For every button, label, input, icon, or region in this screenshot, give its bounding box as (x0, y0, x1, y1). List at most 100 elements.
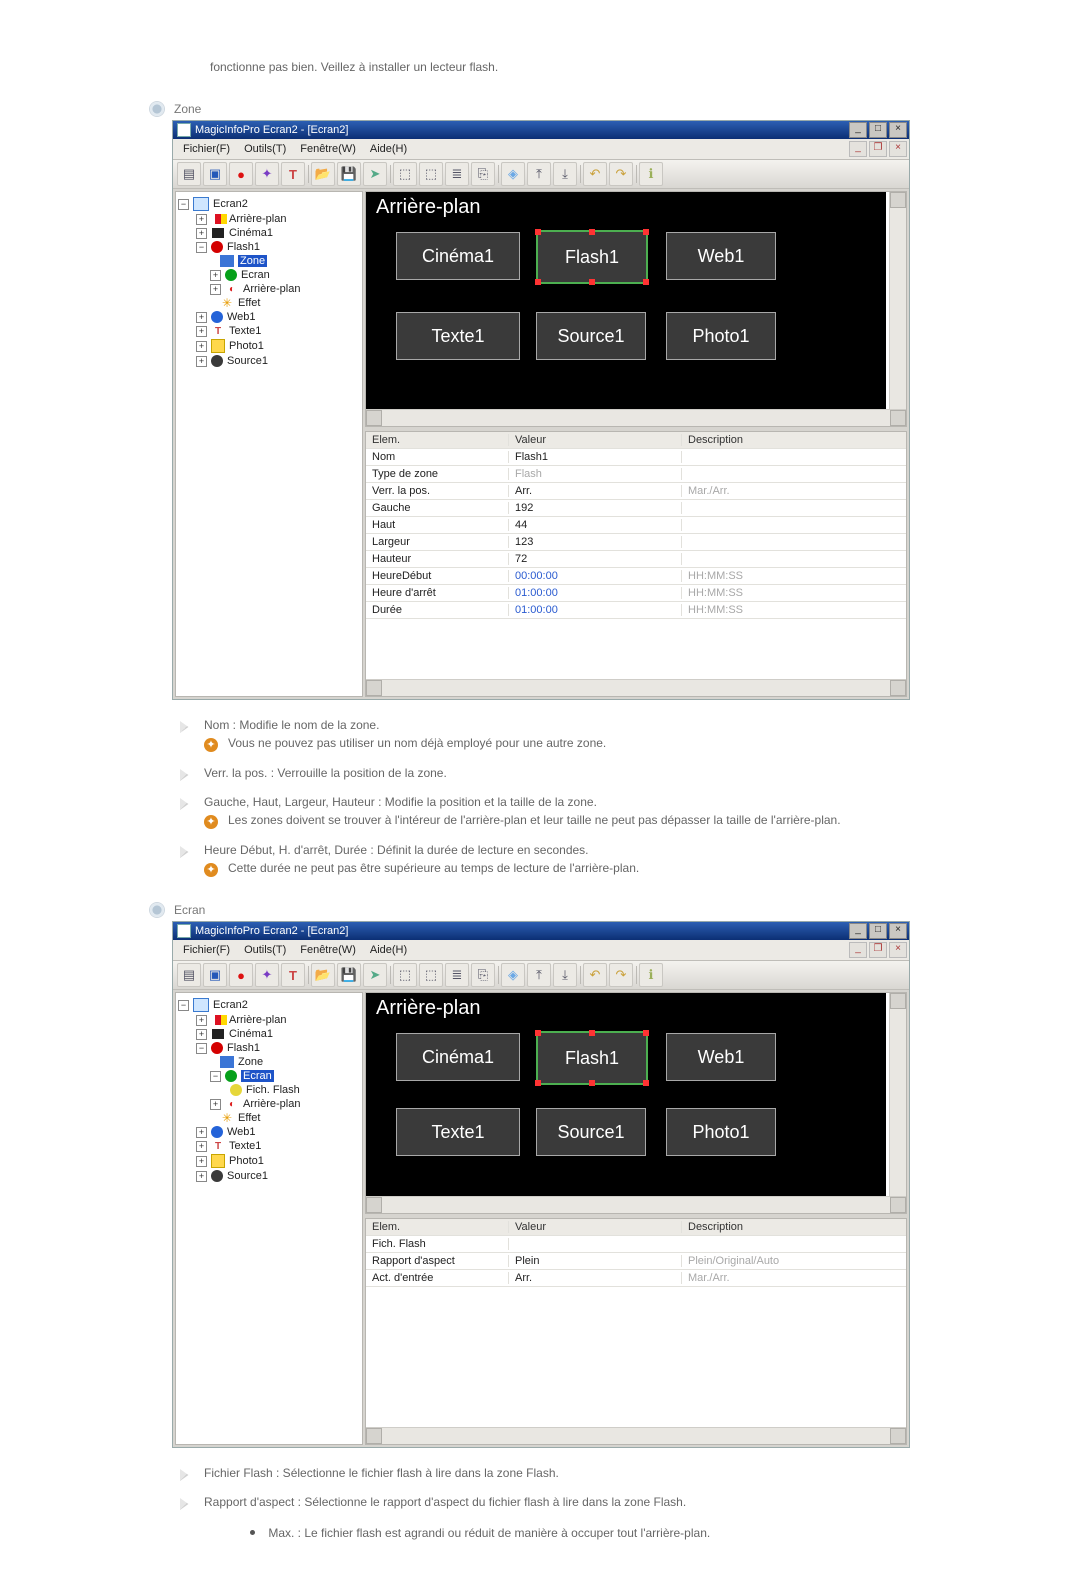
tool-layers-icon[interactable]: ◈ (501, 963, 525, 987)
props-row[interactable]: NomFlash1 (366, 449, 906, 466)
tool-layers-icon[interactable]: ◈ (501, 162, 525, 186)
tool-record-icon[interactable]: ● (229, 963, 253, 987)
props-row[interactable]: Heure d'arrêt01:00:00HH:MM:SS (366, 585, 906, 602)
canvas-zone-source[interactable]: Source1 (536, 1108, 646, 1156)
tool-open-icon[interactable]: 📂 (311, 162, 335, 186)
tool-fx-icon[interactable]: ✦ (255, 963, 279, 987)
props-row[interactable]: HeureDébut00:00:00HH:MM:SS (366, 568, 906, 585)
menu-aide[interactable]: Aide(H) (364, 944, 413, 956)
tool-save-icon[interactable]: 💾 (337, 162, 361, 186)
tree-bg2[interactable]: +◐Arrière-plan (178, 282, 360, 296)
tree-source[interactable]: +Source1 (178, 354, 360, 368)
canvas-zone-photo[interactable]: Photo1 (666, 1108, 776, 1156)
canvas-zone-photo[interactable]: Photo1 (666, 312, 776, 360)
tree-root[interactable]: −Ecran2 (178, 997, 360, 1013)
canvas-scrollbar-v[interactable] (889, 192, 906, 426)
tool-monitor-icon[interactable]: ▣ (203, 162, 227, 186)
tool-align-l-icon[interactable]: ⬚ (393, 963, 417, 987)
tree-zone[interactable]: Zone (178, 1055, 360, 1069)
tool-screen-icon[interactable]: ▤ (177, 963, 201, 987)
tool-text-icon[interactable]: T (281, 162, 305, 186)
mdi-minimize-button[interactable]: _ (849, 942, 867, 958)
canvas-zone-flash[interactable]: Flash1 (536, 230, 648, 284)
mdi-restore-button[interactable]: ❐ (869, 942, 887, 958)
tool-align-l-icon[interactable]: ⬚ (393, 162, 417, 186)
props-row[interactable]: Largeur123 (366, 534, 906, 551)
window-close-button[interactable]: × (889, 122, 907, 138)
tool-info-icon[interactable]: ℹ (639, 162, 663, 186)
tree-root[interactable]: −Ecran2 (178, 196, 360, 212)
tool-screen-icon[interactable]: ▤ (177, 162, 201, 186)
menu-aide[interactable]: Aide(H) (364, 143, 413, 155)
canvas-zone-web[interactable]: Web1 (666, 232, 776, 280)
window-minimize-button[interactable]: _ (849, 923, 867, 939)
tree-flash[interactable]: −Flash1 (178, 1041, 360, 1055)
tree-web[interactable]: +Web1 (178, 310, 360, 324)
tool-undo-icon[interactable]: ↶ (583, 963, 607, 987)
tree-ecran-sel[interactable]: −Ecran (178, 1069, 360, 1083)
props-row[interactable]: Act. d'entréeArr.Mar./Arr. (366, 1270, 906, 1287)
menu-fenetre[interactable]: Fenêtre(W) (294, 143, 362, 155)
props-row[interactable]: Type de zoneFlash (366, 466, 906, 483)
tool-distribute-icon[interactable]: ≣ (445, 963, 469, 987)
window-maximize-button[interactable]: □ (869, 923, 887, 939)
canvas-zone-cinema[interactable]: Cinéma1 (396, 232, 520, 280)
tree-web[interactable]: +Web1 (178, 1125, 360, 1139)
tool-text-icon[interactable]: T (281, 963, 305, 987)
tool-align-r-icon[interactable]: ⬚ (419, 162, 443, 186)
canvas-zone-source[interactable]: Source1 (536, 312, 646, 360)
tree-cinema[interactable]: +Cinéma1 (178, 226, 360, 240)
window-maximize-button[interactable]: □ (869, 122, 887, 138)
tool-copy-icon[interactable]: ⎘ (471, 963, 495, 987)
tool-open-icon[interactable]: 📂 (311, 963, 335, 987)
tool-back-icon[interactable]: ⤓ (553, 963, 577, 987)
tool-redo-icon[interactable]: ↷ (609, 963, 633, 987)
tree-photo[interactable]: +Photo1 (178, 1153, 360, 1169)
tree-source[interactable]: +Source1 (178, 1169, 360, 1183)
tool-front-icon[interactable]: ⤒ (527, 963, 551, 987)
props-row[interactable]: Haut44 (366, 517, 906, 534)
tool-send-icon[interactable]: ➤ (363, 963, 387, 987)
props-row[interactable]: Hauteur72 (366, 551, 906, 568)
mdi-minimize-button[interactable]: _ (849, 141, 867, 157)
props-scrollbar-h[interactable] (366, 679, 906, 696)
props-row[interactable]: Gauche192 (366, 500, 906, 517)
tool-send-icon[interactable]: ➤ (363, 162, 387, 186)
canvas-scrollbar-h[interactable] (366, 409, 906, 426)
mdi-restore-button[interactable]: ❐ (869, 141, 887, 157)
window-minimize-button[interactable]: _ (849, 122, 867, 138)
props-row[interactable]: Durée01:00:00HH:MM:SS (366, 602, 906, 619)
design-canvas[interactable]: Arrière-plan Cinéma1 Flash1 Web1 Texte1 … (366, 993, 886, 1197)
tool-fx-icon[interactable]: ✦ (255, 162, 279, 186)
tool-record-icon[interactable]: ● (229, 162, 253, 186)
tool-front-icon[interactable]: ⤒ (527, 162, 551, 186)
tool-save-icon[interactable]: 💾 (337, 963, 361, 987)
tool-monitor-icon[interactable]: ▣ (203, 963, 227, 987)
tree-bg[interactable]: +Arrière-plan (178, 212, 360, 226)
tree-zone-sel[interactable]: Zone (178, 254, 360, 268)
canvas-zone-flash[interactable]: Flash1 (536, 1031, 648, 1085)
tree-ecran[interactable]: +Ecran (178, 268, 360, 282)
canvas-scrollbar-v[interactable] (889, 993, 906, 1213)
tree-bg[interactable]: +Arrière-plan (178, 1013, 360, 1027)
tree-flash[interactable]: −Flash1 (178, 240, 360, 254)
props-scrollbar-h[interactable] (366, 1427, 906, 1444)
menu-fichier[interactable]: Fichier(F) (177, 143, 236, 155)
design-canvas[interactable]: Arrière-plan Cinéma1 Flash1 Web1 Texte1 … (366, 192, 886, 410)
canvas-scrollbar-h[interactable] (366, 1196, 906, 1213)
tree-bg2[interactable]: +◐Arrière-plan (178, 1097, 360, 1111)
tree-texte[interactable]: +TTexte1 (178, 1139, 360, 1153)
tool-align-r-icon[interactable]: ⬚ (419, 963, 443, 987)
tree-texte[interactable]: +TTexte1 (178, 324, 360, 338)
tool-info-icon[interactable]: ℹ (639, 963, 663, 987)
tool-back-icon[interactable]: ⤓ (553, 162, 577, 186)
tool-distribute-icon[interactable]: ≣ (445, 162, 469, 186)
props-row[interactable]: Verr. la pos.Arr.Mar./Arr. (366, 483, 906, 500)
tree-cinema[interactable]: +Cinéma1 (178, 1027, 360, 1041)
mdi-close-button[interactable]: × (889, 141, 907, 157)
tree-fichflash[interactable]: Fich. Flash (178, 1083, 360, 1097)
canvas-zone-texte[interactable]: Texte1 (396, 1108, 520, 1156)
menu-fenetre[interactable]: Fenêtre(W) (294, 944, 362, 956)
menu-fichier[interactable]: Fichier(F) (177, 944, 236, 956)
tree-photo[interactable]: +Photo1 (178, 338, 360, 354)
